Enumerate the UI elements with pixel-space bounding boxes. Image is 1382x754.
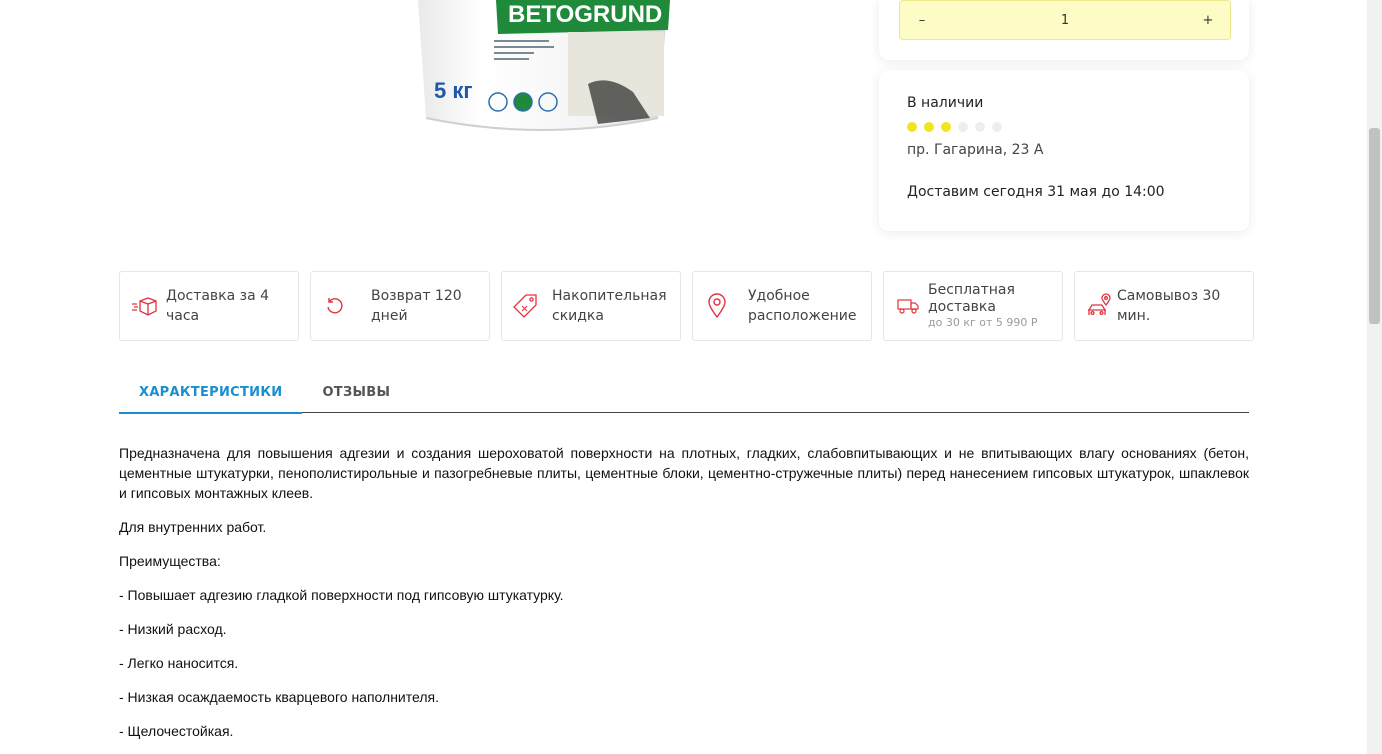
feature-label-line-2: доставка — [928, 299, 996, 315]
stock-dot-filled — [924, 122, 934, 132]
tab-reviews[interactable]: ОТЗЫВЫ — [302, 372, 410, 413]
description-paragraph: Преимущества: — [119, 553, 221, 569]
increase-quantity-button[interactable]: + — [1200, 13, 1216, 28]
quantity-value[interactable]: 1 — [930, 13, 1200, 28]
product-bucket-image: 5 кг BETOGRUND — [418, 0, 670, 131]
feature-cumulative-discount[interactable]: Накопительная скидка — [501, 271, 681, 341]
stock-dot-filled — [907, 122, 917, 132]
description-paragraph: - Легко наносится. — [119, 655, 239, 671]
stock-dot-empty — [992, 122, 1002, 132]
feature-sublabel: до 30 кг от 5 990 Р — [928, 316, 1038, 329]
stock-level-indicator — [907, 122, 1221, 132]
feature-label-line-2: расположение — [748, 308, 857, 324]
feature-label: Доставка за 4 часа — [166, 288, 270, 324]
feature-label-line-2: скидка — [552, 308, 604, 324]
feature-pickup-30-min[interactable]: Самовывоз 30 мин. — [1074, 271, 1254, 341]
description-paragraph: Предназначена для повышения адгезии и со… — [119, 445, 1249, 501]
feature-label-line-1: Бесплатная — [928, 282, 1015, 298]
car-pickup-icon — [1085, 292, 1113, 320]
tab-characteristics[interactable]: ХАРАКТЕРИСТИКИ — [119, 372, 303, 414]
stock-card: В наличии пр. Гагарина, 23 А Доставим се… — [879, 70, 1249, 231]
stock-dot-filled — [941, 122, 951, 132]
feature-label-line-1: Удобное — [748, 288, 810, 304]
features-row: Доставка за 4 часа Возврат 120 дней Нако… — [119, 271, 1254, 341]
feature-delivery-4-hours[interactable]: Доставка за 4 часа — [119, 271, 299, 341]
scrollbar-thumb[interactable] — [1369, 128, 1380, 324]
description-paragraph: Для внутренних работ. — [119, 519, 267, 535]
page-scrollbar[interactable] — [1367, 0, 1382, 754]
description-paragraph: - Низкая осаждаемость кварцевого наполни… — [119, 689, 439, 705]
description-paragraph: - Щелочестойкая. — [119, 723, 234, 739]
stock-dot-empty — [975, 122, 985, 132]
store-address[interactable]: пр. Гагарина, 23 А — [907, 142, 1221, 158]
feature-label: Возврат 120 дней — [371, 288, 462, 324]
location-pin-icon — [703, 292, 731, 320]
description-paragraph: - Повышает адгезию гладкой поверхности п… — [119, 587, 564, 603]
product-description: Предназначена для повышения адгезии и со… — [119, 443, 1249, 754]
tag-icon — [512, 292, 540, 320]
product-tabs: ХАРАКТЕРИСТИКИ ОТЗЫВЫ — [119, 372, 1249, 414]
feature-convenient-location[interactable]: Удобное расположение — [692, 271, 872, 341]
feature-label: Самовывоз 30 мин. — [1117, 288, 1221, 324]
feature-label-line-1: Накопительная — [552, 288, 667, 304]
product-image[interactable]: 5 кг BETOGRUND — [418, 0, 670, 136]
bucket-brand-label: BETOGRUND — [508, 1, 662, 28]
stock-status: В наличии — [907, 95, 984, 111]
delivery-estimate: Доставим сегодня 31 мая до 14:00 — [907, 184, 1165, 200]
feature-free-delivery[interactable]: Бесплатная доставка до 30 кг от 5 990 Р — [883, 271, 1063, 341]
truck-icon — [894, 292, 922, 320]
box-icon — [130, 292, 158, 320]
decrease-quantity-button[interactable]: – — [914, 13, 930, 28]
description-paragraph: - Низкий расход. — [119, 621, 227, 637]
quantity-stepper[interactable]: – 1 + — [899, 0, 1231, 40]
feature-return-120-days[interactable]: Возврат 120 дней — [310, 271, 490, 341]
stock-dot-empty — [958, 122, 968, 132]
quantity-card: – 1 + — [879, 0, 1249, 60]
return-icon — [321, 292, 349, 320]
bucket-weight-label: 5 кг — [434, 78, 473, 103]
